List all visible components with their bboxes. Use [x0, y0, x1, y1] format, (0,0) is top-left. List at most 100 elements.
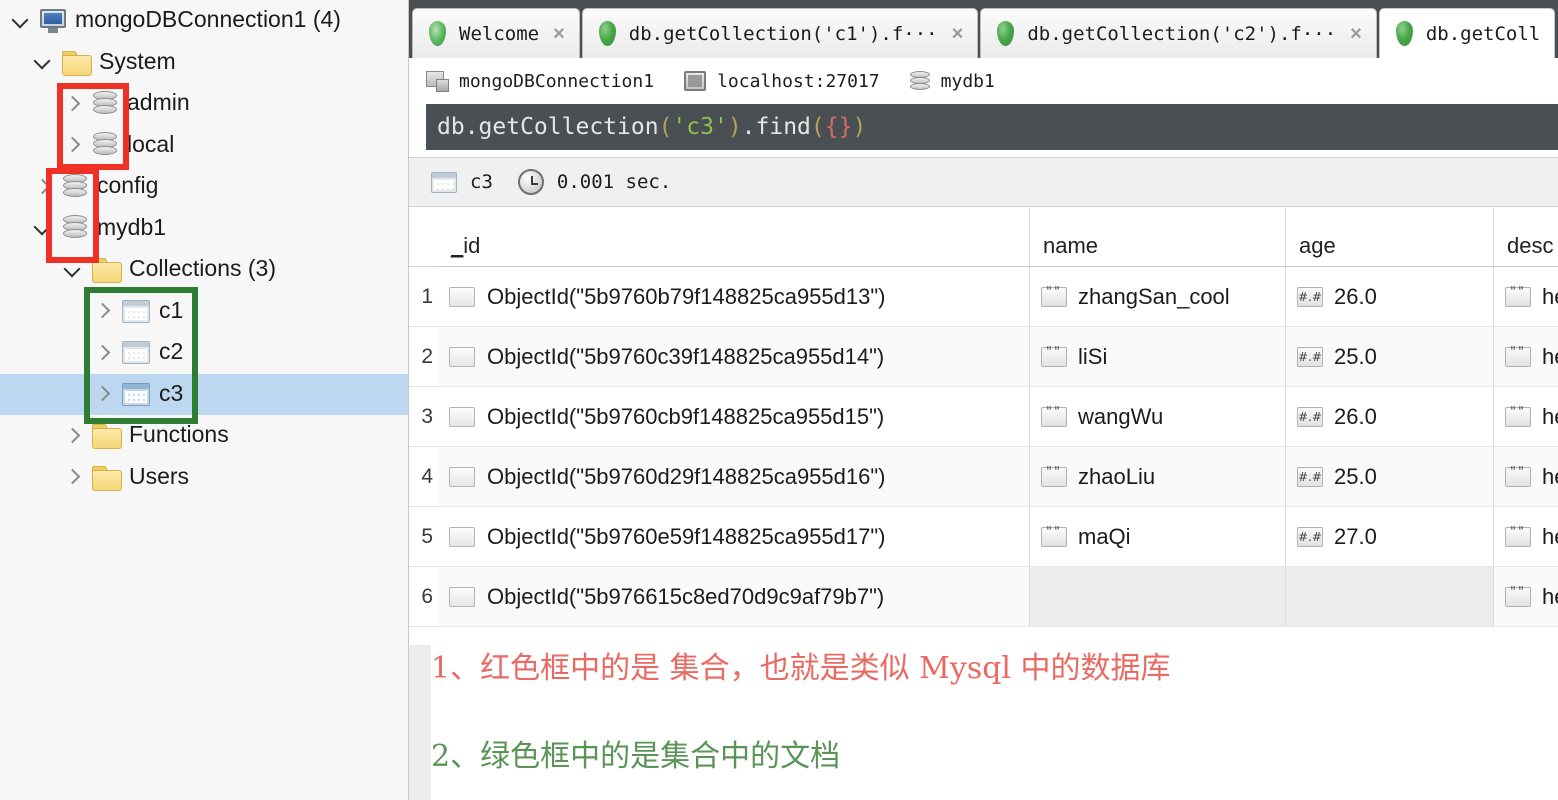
cell-desc[interactable]: "" hell — [1494, 327, 1558, 387]
tree-item-mongodbconnection1-4[interactable]: mongoDBConnection1 (4) — [0, 0, 408, 42]
tree-list[interactable]: mongoDBConnection1 (4) System admin local co… — [0, 0, 408, 498]
cell-desc[interactable]: "" hell — [1494, 267, 1558, 327]
tree-item-label: admin — [127, 89, 190, 116]
cell-id[interactable]: ObjectId("5b9760cb9f148825ca955d15") — [438, 387, 1030, 447]
cell-name[interactable] — [1030, 567, 1286, 627]
results-grid[interactable]: _id name age desc 1 ObjectId("5b9760b79f1… — [409, 207, 1558, 627]
result-status-bar: c3 0.001 sec. — [409, 157, 1558, 207]
cell-age[interactable] — [1286, 567, 1494, 627]
cell-value: hell — [1542, 463, 1558, 489]
cell-value: 26.0 — [1334, 283, 1377, 309]
table-row[interactable]: 4 ObjectId("5b9760d29f148825ca955d16") "" z… — [409, 447, 1558, 507]
cell-desc[interactable]: "" hell — [1494, 447, 1558, 507]
database-tree-panel[interactable]: mongoDBConnection1 (4) System admin local co… — [0, 0, 409, 800]
chevron-down-icon[interactable] — [62, 260, 82, 280]
chevron-right-icon[interactable] — [62, 135, 82, 155]
database-item[interactable]: mydb1 — [909, 70, 995, 92]
cell-name[interactable]: "" wangWu — [1030, 387, 1286, 447]
column-header-desc[interactable]: desc — [1494, 207, 1558, 267]
table-row[interactable]: 2 ObjectId("5b9760c39f148825ca955d14") "" l… — [409, 327, 1558, 387]
folder-icon — [92, 424, 122, 450]
tree-item-c3[interactable]: c3 — [0, 373, 408, 415]
row-number: 3 — [409, 387, 438, 447]
cell-age[interactable]: #.# 26.0 — [1286, 267, 1494, 327]
table-row[interactable]: 5 ObjectId("5b9760e59f148825ca955d17") "" m… — [409, 507, 1558, 567]
tab-label: db.getCollection('c2').f··· — [1027, 22, 1337, 45]
chevron-right-icon[interactable] — [62, 467, 82, 487]
number-type-icon: #.# — [1297, 286, 1323, 307]
tab-strip[interactable]: Welcome × db.getCollection('c1').f··· × db.g… — [409, 0, 1558, 58]
cell-name[interactable]: "" maQi — [1030, 507, 1286, 567]
row-number: 5 — [409, 507, 438, 567]
table-row[interactable]: 3 ObjectId("5b9760cb9f148825ca955d15") "" w… — [409, 387, 1558, 447]
cell-id[interactable]: ObjectId("5b976615c8ed70d9c9af79b7") — [438, 567, 1030, 627]
tree-item-admin[interactable]: admin — [0, 83, 408, 125]
cell-desc[interactable]: "" hell — [1494, 567, 1558, 627]
result-collection-label: c3 — [470, 171, 493, 193]
tab-3[interactable]: db.getCollection('c2').f··· × — [980, 8, 1377, 58]
chevron-right-icon[interactable] — [92, 343, 112, 363]
cell-age[interactable]: #.# 25.0 — [1286, 327, 1494, 387]
close-icon[interactable]: × — [553, 24, 565, 44]
query-token-open-paren: ( — [658, 114, 673, 140]
document-type-icon — [449, 526, 475, 547]
tree-item-c1[interactable]: c1 — [0, 291, 408, 333]
row-number: 4 — [409, 447, 438, 507]
cell-name[interactable]: "" liSi — [1030, 327, 1286, 387]
column-header-age[interactable]: age — [1286, 207, 1494, 267]
chevron-right-icon[interactable] — [92, 301, 112, 321]
number-type-icon: #.# — [1297, 526, 1323, 547]
chevron-right-icon[interactable] — [62, 94, 82, 114]
table-row[interactable]: 6 ObjectId("5b976615c8ed70d9c9af79b7") "" h… — [409, 567, 1558, 627]
tree-item-users[interactable]: Users — [0, 457, 408, 499]
close-icon[interactable]: × — [952, 24, 964, 44]
table-row[interactable]: 1 ObjectId("5b9760b79f148825ca955d13") "" z… — [409, 267, 1558, 327]
tree-item-system[interactable]: System — [0, 42, 408, 84]
host-item[interactable]: localhost:27017 — [684, 71, 880, 92]
number-type-icon: #.# — [1297, 346, 1323, 367]
document-type-icon — [449, 466, 475, 487]
tree-item-config[interactable]: config — [0, 166, 408, 208]
cell-value: 26.0 — [1334, 403, 1377, 429]
cell-desc[interactable]: "" hell — [1494, 507, 1558, 567]
chevron-right-icon[interactable] — [32, 177, 52, 197]
tree-item-label: mongoDBConnection1 (4) — [75, 6, 341, 33]
query-token-braces: {} — [824, 114, 853, 140]
tree-item-local[interactable]: local — [0, 125, 408, 167]
tab-4[interactable]: db.getColl — [1378, 8, 1556, 58]
connection-name-item[interactable]: mongoDBConnection1 — [426, 71, 654, 92]
chevron-down-icon[interactable] — [32, 218, 52, 238]
tree-item-collections-3[interactable]: Collections (3) — [0, 249, 408, 291]
chevron-right-icon[interactable] — [62, 426, 82, 446]
mongodb-leaf-icon — [997, 21, 1015, 46]
tab-label: Welcome — [459, 22, 540, 45]
tree-item-c2[interactable]: c2 — [0, 332, 408, 374]
tree-item-functions[interactable]: Functions — [0, 415, 408, 457]
cell-age[interactable]: #.# 27.0 — [1286, 507, 1494, 567]
cell-age[interactable]: #.# 25.0 — [1286, 447, 1494, 507]
grid-body[interactable]: 1 ObjectId("5b9760b79f148825ca955d13") "" z… — [409, 267, 1558, 627]
cell-name[interactable]: "" zhaoLiu — [1030, 447, 1286, 507]
query-token-close-paren: ) — [727, 114, 742, 140]
cell-name[interactable]: "" zhangSan_cool — [1030, 267, 1286, 327]
column-header-id[interactable]: _id — [438, 207, 1030, 267]
chevron-right-icon[interactable] — [92, 384, 112, 404]
cell-id[interactable]: ObjectId("5b9760d29f148825ca955d16") — [438, 447, 1030, 507]
close-icon[interactable]: × — [1350, 24, 1362, 44]
cell-age[interactable]: #.# 26.0 — [1286, 387, 1494, 447]
tab-2[interactable]: db.getCollection('c1').f··· × — [581, 8, 979, 58]
cell-id[interactable]: ObjectId("5b9760e59f148825ca955d17") — [438, 507, 1030, 567]
cell-id[interactable]: ObjectId("5b9760b79f148825ca955d13") — [438, 267, 1030, 327]
tree-item-mydb1[interactable]: mydb1 — [0, 208, 408, 250]
chevron-down-icon[interactable] — [10, 11, 30, 31]
grid-gutter-header — [409, 207, 438, 267]
query-editor[interactable]: db.getCollection('c3') .find({}) — [426, 104, 1558, 150]
chevron-down-icon[interactable] — [32, 52, 52, 72]
string-type-icon: "" — [1041, 466, 1067, 487]
column-header-name[interactable]: name — [1030, 207, 1286, 267]
cell-desc[interactable]: "" hell — [1494, 387, 1558, 447]
clock-icon — [517, 169, 544, 195]
cell-value: zhaoLiu — [1078, 463, 1156, 489]
tab-1[interactable]: Welcome × — [412, 8, 580, 58]
cell-id[interactable]: ObjectId("5b9760c39f148825ca955d14") — [438, 327, 1030, 387]
